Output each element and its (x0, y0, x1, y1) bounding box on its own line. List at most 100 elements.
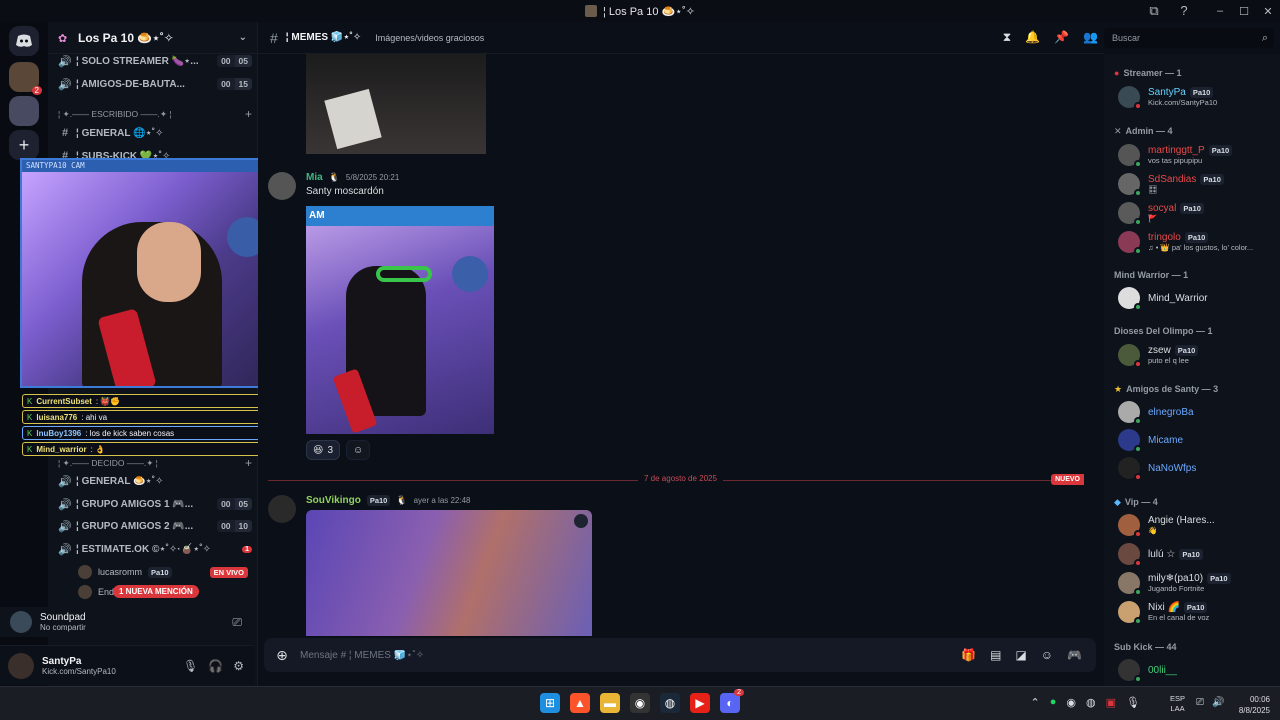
member-mily[interactable]: mily❄(pa10) Pa10 Jugando Fortnite (1118, 570, 1278, 596)
category-escribido[interactable]: ¦ ✦.—— ESCRIBIDO ——.✦ ¦ + (58, 106, 252, 122)
obs-icon[interactable]: ◉ (630, 693, 650, 713)
member-mind-warrior[interactable]: Mind_Warrior (1118, 285, 1278, 311)
clock[interactable]: 00:06 8/8/2025 (1239, 694, 1270, 716)
spotify-icon[interactable]: ● (1050, 696, 1057, 709)
member-socyal[interactable]: socyal Pa10 🚩 (1118, 200, 1278, 226)
member-name: NaNoWfps (1148, 462, 1197, 474)
message-image[interactable] (306, 54, 486, 154)
member-micame[interactable]: Micame (1118, 427, 1278, 453)
member-nixi[interactable]: Nixi 🌈 Pa10 En el canal de voz (1118, 599, 1278, 625)
stream-chat-message: K luisana776 : ahi va (22, 410, 280, 424)
close-button[interactable]: ✕ (1256, 5, 1280, 18)
bell-icon[interactable]: 🔔 (1025, 30, 1040, 45)
member-nanowfps[interactable]: NaNoWfps (1118, 455, 1278, 481)
stream-icon[interactable]: ⎚ (232, 615, 242, 630)
voice-channel-general[interactable]: 🔊 ¦ GENERAL 🍮⋆˚✧ (54, 471, 252, 491)
message-timestamp: 5/8/2025 20:21 (345, 173, 400, 182)
avatar[interactable] (268, 495, 296, 523)
threads-icon[interactable]: ⧗ (1003, 30, 1011, 45)
gif-icon[interactable]: ▤ (990, 648, 1001, 662)
server-los-pa-10[interactable]: 2 (9, 62, 42, 95)
gear-icon[interactable]: ⚙ (233, 659, 244, 673)
member-santypa[interactable]: SantyPa Pa10 Kick.com/SantyPa10 (1118, 84, 1278, 110)
attach-plus-icon[interactable]: ⊕ (264, 647, 300, 664)
tray-app2-icon[interactable]: ▣ (1106, 696, 1116, 709)
member-status: En el canal de voz (1148, 613, 1210, 622)
hash-icon: # (61, 127, 69, 139)
screen-share-icon[interactable]: ⧉ (1146, 3, 1162, 19)
brave-browser-icon[interactable]: ▲ (570, 693, 590, 713)
headphones-icon[interactable]: 🎧 (208, 659, 223, 673)
member-name: zsew (1148, 345, 1171, 356)
steam-icon[interactable]: ◍ (660, 693, 680, 713)
member-martinggtt[interactable]: martinggtt_P Pa10 vos tas pipupipu (1118, 142, 1278, 168)
member-tringolo[interactable]: tringolo Pa10 ♫ • 👑 pa' los gustos, lo' co… (1118, 229, 1278, 255)
mic-tray-icon[interactable]: 🎙 (1126, 696, 1140, 709)
message-author[interactable]: Mia (306, 172, 323, 183)
voice-channel-grupo-amigos-1[interactable]: 🔊 ¦ GRUPO AMIGOS 1 🎮... 00 05 (54, 494, 252, 514)
language-indicator[interactable]: ESP LAA (1170, 694, 1185, 714)
reaction-button[interactable]: 😆 3 (306, 440, 340, 460)
youtube-icon[interactable]: ▶ (690, 693, 710, 713)
member-elnegroba[interactable]: elnegroBa (1118, 399, 1278, 425)
channel-topic[interactable]: Imágenes/videos graciosos (375, 33, 484, 43)
members-icon[interactable]: 👥 (1083, 30, 1098, 45)
soundpad-activity[interactable]: Soundpad No compartir ⎚ (0, 607, 254, 637)
new-mention-button[interactable]: 1 NUEVA MENCIÓN (113, 585, 199, 598)
pin-icon[interactable]: 📌 (1054, 30, 1069, 45)
voice-channel-estimate[interactable]: 🔊 ¦ ESTIMATE.OK ©⋆˚✧·🧉⋆˚✧ 1 (54, 539, 252, 559)
add-channel-icon[interactable]: + (245, 456, 252, 470)
member-status: Jugando Fortnite (1148, 584, 1205, 593)
file-explorer-icon[interactable]: ▬ (600, 693, 620, 713)
message-author[interactable]: SouVikingo (306, 495, 361, 506)
member-00lii[interactable]: 00lii__ (1118, 657, 1278, 683)
message-input[interactable] (300, 649, 962, 661)
volume-icon[interactable]: 🔊 (1212, 697, 1224, 708)
voice-user-lucasromm[interactable]: lucasromm Pa10 EN VIVO (78, 563, 248, 581)
member-name: lulú ☆ (1148, 548, 1176, 560)
member-angie[interactable]: Angie (Hares... 👋 (1118, 512, 1278, 538)
discord-home-button[interactable] (9, 26, 39, 56)
mention-count-badge: 2 (31, 86, 42, 95)
gift-icon[interactable]: 🎁 (961, 648, 976, 662)
member-zsew[interactable]: zsew Pa10 puto el q lee (1118, 342, 1278, 368)
search-input[interactable]: Buscar ⌕ (1104, 28, 1274, 48)
voice-channel-solo-streamer[interactable]: 🔊 ¦ SOLO STREAMER 🍆⋆... 00 05 (54, 51, 252, 71)
avatar[interactable] (268, 172, 296, 200)
add-reaction-button[interactable]: ☺ (346, 440, 371, 460)
server-header[interactable]: ✿ Los Pa 10 🍮⋆˚✧ ⌄ (48, 22, 257, 54)
add-channel-icon[interactable]: + (245, 107, 252, 121)
help-icon[interactable]: ? (1176, 3, 1192, 19)
activities-icon[interactable]: 🎮 (1067, 648, 1082, 662)
category-decido[interactable]: ¦ ✦.—— DECIDO ——.✦ ¦ + (58, 455, 252, 471)
message-image[interactable] (306, 510, 592, 636)
image-options-icon[interactable] (574, 514, 588, 528)
maximize-button[interactable]: ☐ (1232, 5, 1256, 18)
tray-app-icon[interactable]: ◉ (1066, 696, 1076, 709)
server-icon (585, 5, 597, 17)
network-icon[interactable]: ⎚ (1196, 697, 1204, 708)
voice-channel-grupo-amigos-2[interactable]: 🔊 ¦ GRUPO AMIGOS 2 🎮... 00 10 (54, 516, 252, 536)
text-channel-general[interactable]: # ¦ GENERAL 🌐⋆˚✧ (54, 123, 252, 143)
emoji-icon[interactable]: ☺ (1041, 648, 1053, 662)
status-dot (1134, 303, 1142, 311)
microphone-icon[interactable]: 🎙 (183, 659, 198, 673)
message-image[interactable]: AM (306, 206, 494, 434)
status-dot (1134, 588, 1142, 596)
voice-channel-amigos-bauta[interactable]: 🔊 ¦ AMIGOS-DE-BAUTA... 00 15 (54, 74, 252, 94)
chevron-up-icon[interactable]: ⌃ (1031, 696, 1040, 709)
avatar[interactable] (8, 652, 34, 679)
discord-taskbar-icon[interactable]: ◐ 2 (720, 689, 744, 713)
minimize-button[interactable]: – (1208, 5, 1232, 17)
add-server-button[interactable]: + (9, 130, 39, 160)
start-button-icon[interactable]: ⊞ (540, 693, 560, 713)
member-sdsandias[interactable]: SdSandias Pa10 🎛 (1118, 171, 1278, 197)
sticker-icon[interactable]: ◪ (1015, 648, 1026, 662)
member-lulu[interactable]: lulú ☆ Pa10 (1118, 541, 1278, 567)
member-category: Sub Kick — 44 (1114, 640, 1177, 654)
steam-tray-icon[interactable]: ◍ (1086, 696, 1096, 709)
category-label: Streamer — 1 (1123, 68, 1182, 78)
server-folder[interactable] (9, 96, 39, 126)
chat-author: Mind_warrior (36, 444, 87, 454)
member-name: Micame (1148, 434, 1184, 446)
